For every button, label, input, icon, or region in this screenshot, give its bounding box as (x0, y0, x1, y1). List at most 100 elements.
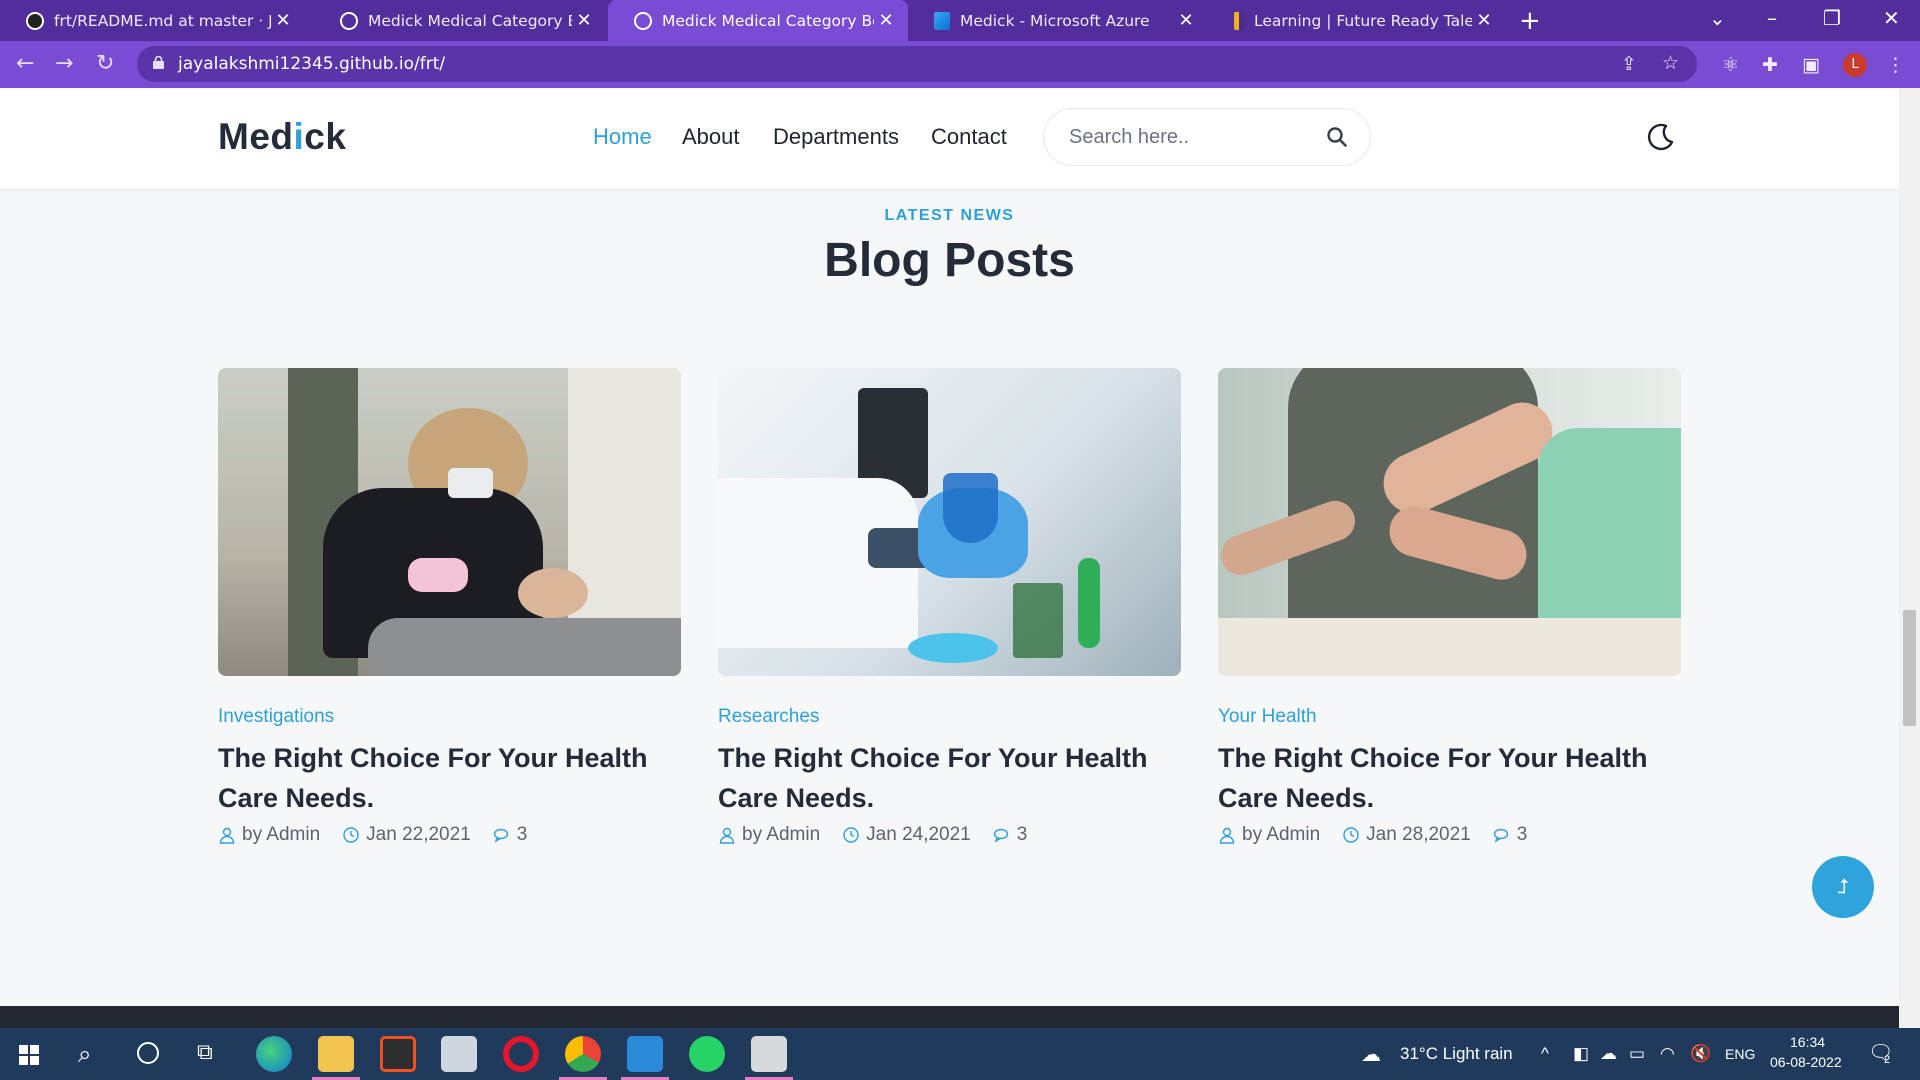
page-scrollbar[interactable] (1899, 88, 1920, 1028)
volume-muted-icon[interactable]: 🔇 (1690, 1044, 1711, 1064)
section-kicker: LATEST NEWS (884, 207, 1015, 224)
tab-medick-1[interactable]: Medick Medical Category Bootstrap ✕ (314, 0, 606, 41)
task-view-icon[interactable]: ⧉ (197, 1040, 213, 1065)
forward-icon[interactable]: → (55, 51, 73, 76)
file-explorer-icon[interactable] (312, 1036, 360, 1080)
dark-mode-moon-icon[interactable] (1646, 122, 1676, 152)
bookmark-star-icon[interactable]: ☆ (1662, 52, 1679, 74)
chrome-icon[interactable] (559, 1036, 607, 1080)
url-text: jayalakshmi12345.github.io/frt/ (178, 54, 446, 74)
tab-title: Medick - Microsoft Azure (960, 11, 1150, 30)
nav-departments[interactable]: Departments (773, 124, 899, 150)
reload-icon[interactable]: ↻ (96, 51, 114, 76)
post-comment-count: 3 (516, 824, 528, 845)
post-meta: by Admin Jan 28,2021 3 (1218, 824, 1527, 846)
search-input[interactable] (1069, 123, 1309, 151)
nav-about[interactable]: About (682, 124, 740, 150)
logo-text: Med (218, 116, 294, 157)
site-logo[interactable]: Medick (218, 116, 346, 158)
search-icon[interactable]: ⌕ (78, 1040, 91, 1068)
user-icon (1219, 827, 1235, 844)
post-category[interactable]: Investigations (218, 706, 334, 728)
onedrive-cloud-icon[interactable]: ☁ (1600, 1044, 1617, 1064)
mail-icon[interactable] (441, 1036, 477, 1072)
tab-title: Medick Medical Category Bootstrap (368, 11, 572, 30)
post-category[interactable]: Your Health (1218, 706, 1317, 728)
tab-close-icon[interactable]: ✕ (874, 10, 898, 31)
tab-title: frt/README.md at master · Jayalakshmi123… (54, 11, 271, 30)
share-icon[interactable]: ⇪ (1621, 53, 1637, 75)
tab-close-icon[interactable]: ✕ (572, 10, 596, 31)
whatsapp-icon[interactable] (689, 1036, 725, 1072)
search-icon[interactable] (1326, 126, 1348, 148)
footer-section-edge (0, 1006, 1899, 1028)
tab-medick-active[interactable]: Medick Medical Category Bootstrap ✕ (608, 0, 908, 41)
post-author: by Admin (742, 824, 821, 845)
post-title[interactable]: The Right Choice For Your Health Care Ne… (218, 738, 681, 818)
profile-avatar[interactable]: L (1843, 53, 1867, 77)
photos-icon[interactable] (745, 1036, 793, 1080)
address-bar[interactable]: jayalakshmi12345.github.io/frt/ ⇪ ☆ (137, 46, 1697, 82)
tab-azure[interactable]: Medick - Microsoft Azure ✕ (908, 0, 1208, 41)
azure-icon (934, 11, 950, 30)
tab-close-icon[interactable]: ✕ (1472, 10, 1496, 31)
scrollbar-thumb[interactable] (1903, 610, 1916, 726)
meet-icon[interactable]: ◧ (1573, 1044, 1589, 1064)
close-window-icon[interactable]: ✕ (1883, 6, 1900, 30)
tab-close-icon[interactable]: ✕ (271, 10, 295, 31)
blog-card: Researches The Right Choice For Your Hea… (718, 368, 1181, 845)
future-ready-icon (1234, 11, 1244, 30)
vscode-icon[interactable] (621, 1036, 669, 1080)
user-icon (219, 827, 235, 844)
post-title[interactable]: The Right Choice For Your Health Care Ne… (1218, 738, 1681, 818)
side-panel-icon[interactable]: ▣ (1802, 54, 1820, 76)
menu-kebab-icon[interactable]: ⋮ (1886, 54, 1905, 76)
show-hidden-icons-chevron-up-icon[interactable]: ^ (1541, 1044, 1549, 1064)
battery-icon[interactable]: ▭ (1629, 1044, 1645, 1064)
post-author: by Admin (1242, 824, 1321, 845)
blog-image-back-pain[interactable] (1218, 368, 1681, 676)
tab-close-icon[interactable]: ✕ (1174, 10, 1198, 31)
scroll-to-top-button[interactable]: ⮥ (1812, 856, 1874, 918)
minimize-icon[interactable]: – (1767, 6, 1777, 30)
logo-text: ck (304, 116, 347, 157)
weather-cloud-icon[interactable]: ☁ (1361, 1042, 1381, 1067)
windows-start-icon[interactable] (19, 1045, 39, 1065)
store-icon[interactable] (380, 1036, 416, 1072)
search-box (1043, 108, 1371, 166)
edge-icon[interactable] (256, 1036, 292, 1072)
cortana-icon[interactable] (137, 1042, 159, 1064)
tab-github-readme[interactable]: frt/README.md at master · Jayalakshmi123… (0, 0, 305, 41)
post-comment-count: 3 (1016, 824, 1028, 845)
tab-search-icon[interactable]: ⌄ (1709, 6, 1726, 30)
post-category[interactable]: Researches (718, 706, 819, 728)
comments-icon (1493, 828, 1508, 843)
clock-date[interactable]: 06-08-2022 (1770, 1054, 1842, 1070)
post-date: Jan 28,2021 (1366, 824, 1471, 845)
post-comment-count: 3 (1516, 824, 1528, 845)
weather-text[interactable]: 31°C Light rain (1400, 1044, 1513, 1064)
tab-future-ready[interactable]: Learning | Future Ready Talent ✕ (1208, 0, 1506, 41)
back-icon[interactable]: ← (16, 51, 34, 76)
post-date: Jan 24,2021 (866, 824, 971, 845)
nav-home[interactable]: Home (593, 124, 652, 150)
logo-accent-letter: i (293, 116, 305, 157)
opera-icon[interactable] (503, 1036, 539, 1072)
nav-contact[interactable]: Contact (931, 124, 1007, 150)
extension-react-icon[interactable]: ⚛ (1722, 54, 1739, 76)
restore-icon[interactable]: ❐ (1823, 6, 1841, 30)
blog-image-dentist[interactable] (218, 368, 681, 676)
language-indicator[interactable]: ENG (1725, 1046, 1755, 1062)
clock-icon (343, 827, 359, 843)
post-title[interactable]: The Right Choice For Your Health Care Ne… (718, 738, 1181, 818)
new-tab-button[interactable]: + (1519, 6, 1541, 36)
github-icon (26, 11, 44, 30)
comments-icon (993, 828, 1008, 843)
wifi-icon[interactable]: ◠ (1660, 1044, 1675, 1064)
clock-icon (843, 827, 859, 843)
clock-time[interactable]: 16:34 (1790, 1034, 1825, 1050)
tab-title: Learning | Future Ready Talent (1254, 11, 1472, 30)
blog-image-laboratory[interactable] (718, 368, 1181, 676)
browser-toolbar: ← → ↻ jayalakshmi12345.github.io/frt/ ⇪ … (0, 41, 1920, 88)
extensions-puzzle-icon[interactable]: ✚ (1762, 54, 1778, 76)
